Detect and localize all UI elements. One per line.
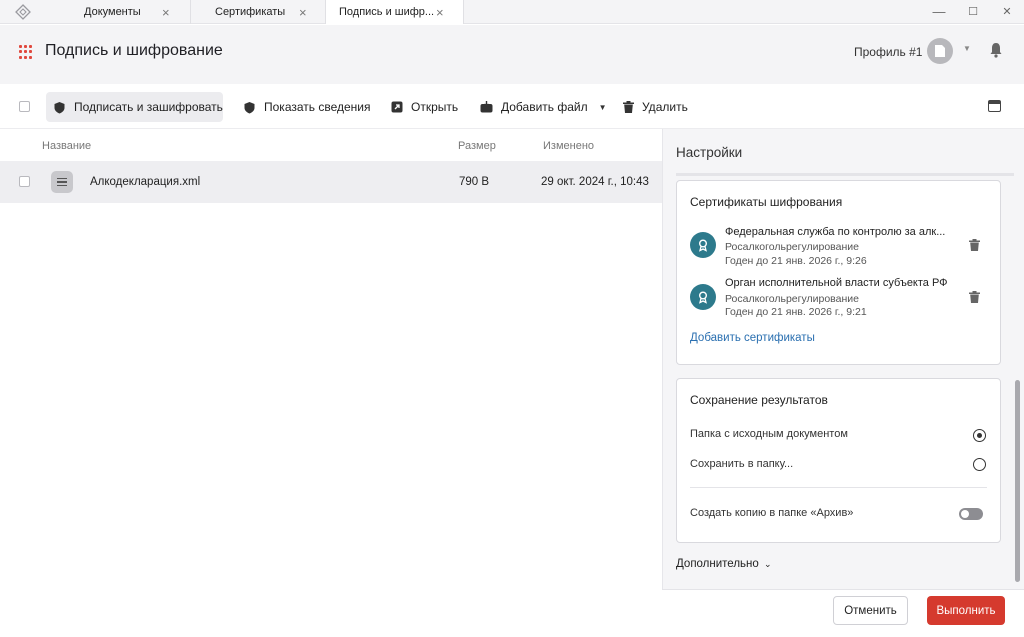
tab-certificates-close-icon[interactable]: ×: [299, 6, 307, 19]
select-all-checkbox[interactable]: [19, 101, 30, 112]
encryption-certificates-title: Сертификаты шифрования: [690, 195, 843, 209]
delete-button[interactable]: Удалить: [623, 92, 688, 122]
shield-icon: [54, 101, 65, 113]
certificate-issuer: Росалкогольрегулирование: [725, 241, 859, 253]
profile-document-icon: [935, 45, 945, 57]
app-logo-icon: [15, 4, 31, 20]
save-results-title: Сохранение результатов: [690, 393, 828, 407]
settings-divider: [676, 173, 1014, 176]
column-header-size[interactable]: Размер: [458, 140, 496, 152]
add-file-label: Добавить файл: [501, 100, 588, 114]
open-label: Открыть: [411, 100, 459, 114]
close-icon[interactable]: ✕: [999, 4, 1015, 20]
certificate-validity: Годен до 21 янв. 2026 г., 9:26: [725, 255, 867, 267]
sign-encrypt-button[interactable]: Подписать и зашифровать: [46, 92, 223, 122]
more-chevron-down-icon: ⌄: [763, 559, 772, 569]
tab-documents-close-icon[interactable]: ×: [162, 6, 170, 19]
option-save-to-label: Сохранить в папку...: [690, 458, 794, 470]
file-name: Алкодекларация.xml: [90, 176, 201, 188]
delete-label: Удалить: [642, 100, 688, 114]
archive-copy-toggle[interactable]: [959, 508, 983, 520]
window-titlebar: Документы × Сертификаты × Подпись и шифр…: [0, 0, 1024, 24]
file-modified: 29 окт. 2024 г., 10:43: [541, 176, 649, 188]
file-document-icon: [51, 171, 73, 193]
archive-copy-label: Создать копию в папке «Архив»: [690, 507, 854, 519]
add-file-chevron-down-icon[interactable]: ▼: [599, 103, 607, 112]
remove-certificate-trash-icon[interactable]: [969, 291, 980, 303]
add-certificates-link[interactable]: Добавить сертификаты: [690, 332, 815, 344]
tab-sign-encrypt[interactable]: Подпись и шифр... ×: [326, 0, 464, 24]
sign-encrypt-label: Подписать и зашифровать: [74, 100, 223, 114]
column-header-modified[interactable]: Изменено: [543, 140, 594, 152]
run-button[interactable]: Выполнить: [927, 596, 1005, 625]
option-save-to-radio[interactable]: [973, 458, 986, 471]
maximize-icon[interactable]: ☐: [965, 4, 981, 20]
settings-scrollbar[interactable]: [1015, 380, 1020, 582]
remove-certificate-trash-icon[interactable]: [969, 239, 980, 251]
tab-certificates[interactable]: Сертификаты ×: [191, 0, 326, 24]
notification-bell-icon[interactable]: [989, 42, 1003, 58]
settings-title: Настройки: [676, 145, 743, 160]
certificate-name: Орган исполнительной власти субъекта РФ: [725, 277, 948, 289]
column-header-name[interactable]: Название: [42, 140, 91, 152]
certificate-name: Федеральная служба по контролю за алк...: [725, 226, 946, 238]
file-size: 790 В: [459, 176, 490, 188]
save-results-divider: [690, 487, 987, 488]
tab-sign-encrypt-close-icon[interactable]: ×: [436, 6, 444, 19]
page-title: Подпись и шифрование: [45, 42, 223, 59]
cancel-button[interactable]: Отменить: [833, 596, 908, 625]
show-info-label: Показать сведения: [264, 100, 371, 114]
panel-toggle-icon[interactable]: [988, 100, 1001, 112]
certificate-validity: Годен до 21 янв. 2026 г., 9:21: [725, 306, 867, 318]
option-source-folder-label: Папка с исходным документом: [690, 428, 848, 440]
more-options-toggle[interactable]: Дополнительно ⌄: [676, 558, 772, 570]
certificate-badge-icon: [690, 232, 716, 258]
apps-grid-icon[interactable]: [19, 45, 33, 59]
add-file-icon: [480, 101, 493, 113]
open-external-icon: [391, 101, 403, 113]
tab-documents[interactable]: Документы ×: [58, 0, 191, 24]
option-source-folder-radio[interactable]: [973, 429, 986, 442]
avatar[interactable]: [927, 38, 953, 64]
tab-sign-encrypt-label: Подпись и шифр...: [339, 6, 435, 18]
minimize-icon[interactable]: —: [931, 4, 947, 20]
open-button[interactable]: Открыть: [391, 92, 458, 122]
row-checkbox[interactable]: [19, 176, 30, 187]
tab-documents-label: Документы: [84, 6, 141, 18]
tab-certificates-label: Сертификаты: [215, 6, 286, 18]
profile-name[interactable]: Профиль #1: [854, 45, 922, 59]
certificate-issuer: Росалкогольрегулирование: [725, 293, 859, 305]
certificate-badge-icon: [690, 284, 716, 310]
show-info-button[interactable]: Показать сведения: [243, 92, 371, 122]
add-file-button[interactable]: Добавить файл ▼: [480, 92, 607, 122]
profile-chevron-down-icon[interactable]: ▼: [963, 44, 971, 53]
more-options-label: Дополнительно: [676, 558, 759, 570]
shield-info-icon: [244, 101, 255, 113]
trash-icon: [623, 101, 634, 113]
